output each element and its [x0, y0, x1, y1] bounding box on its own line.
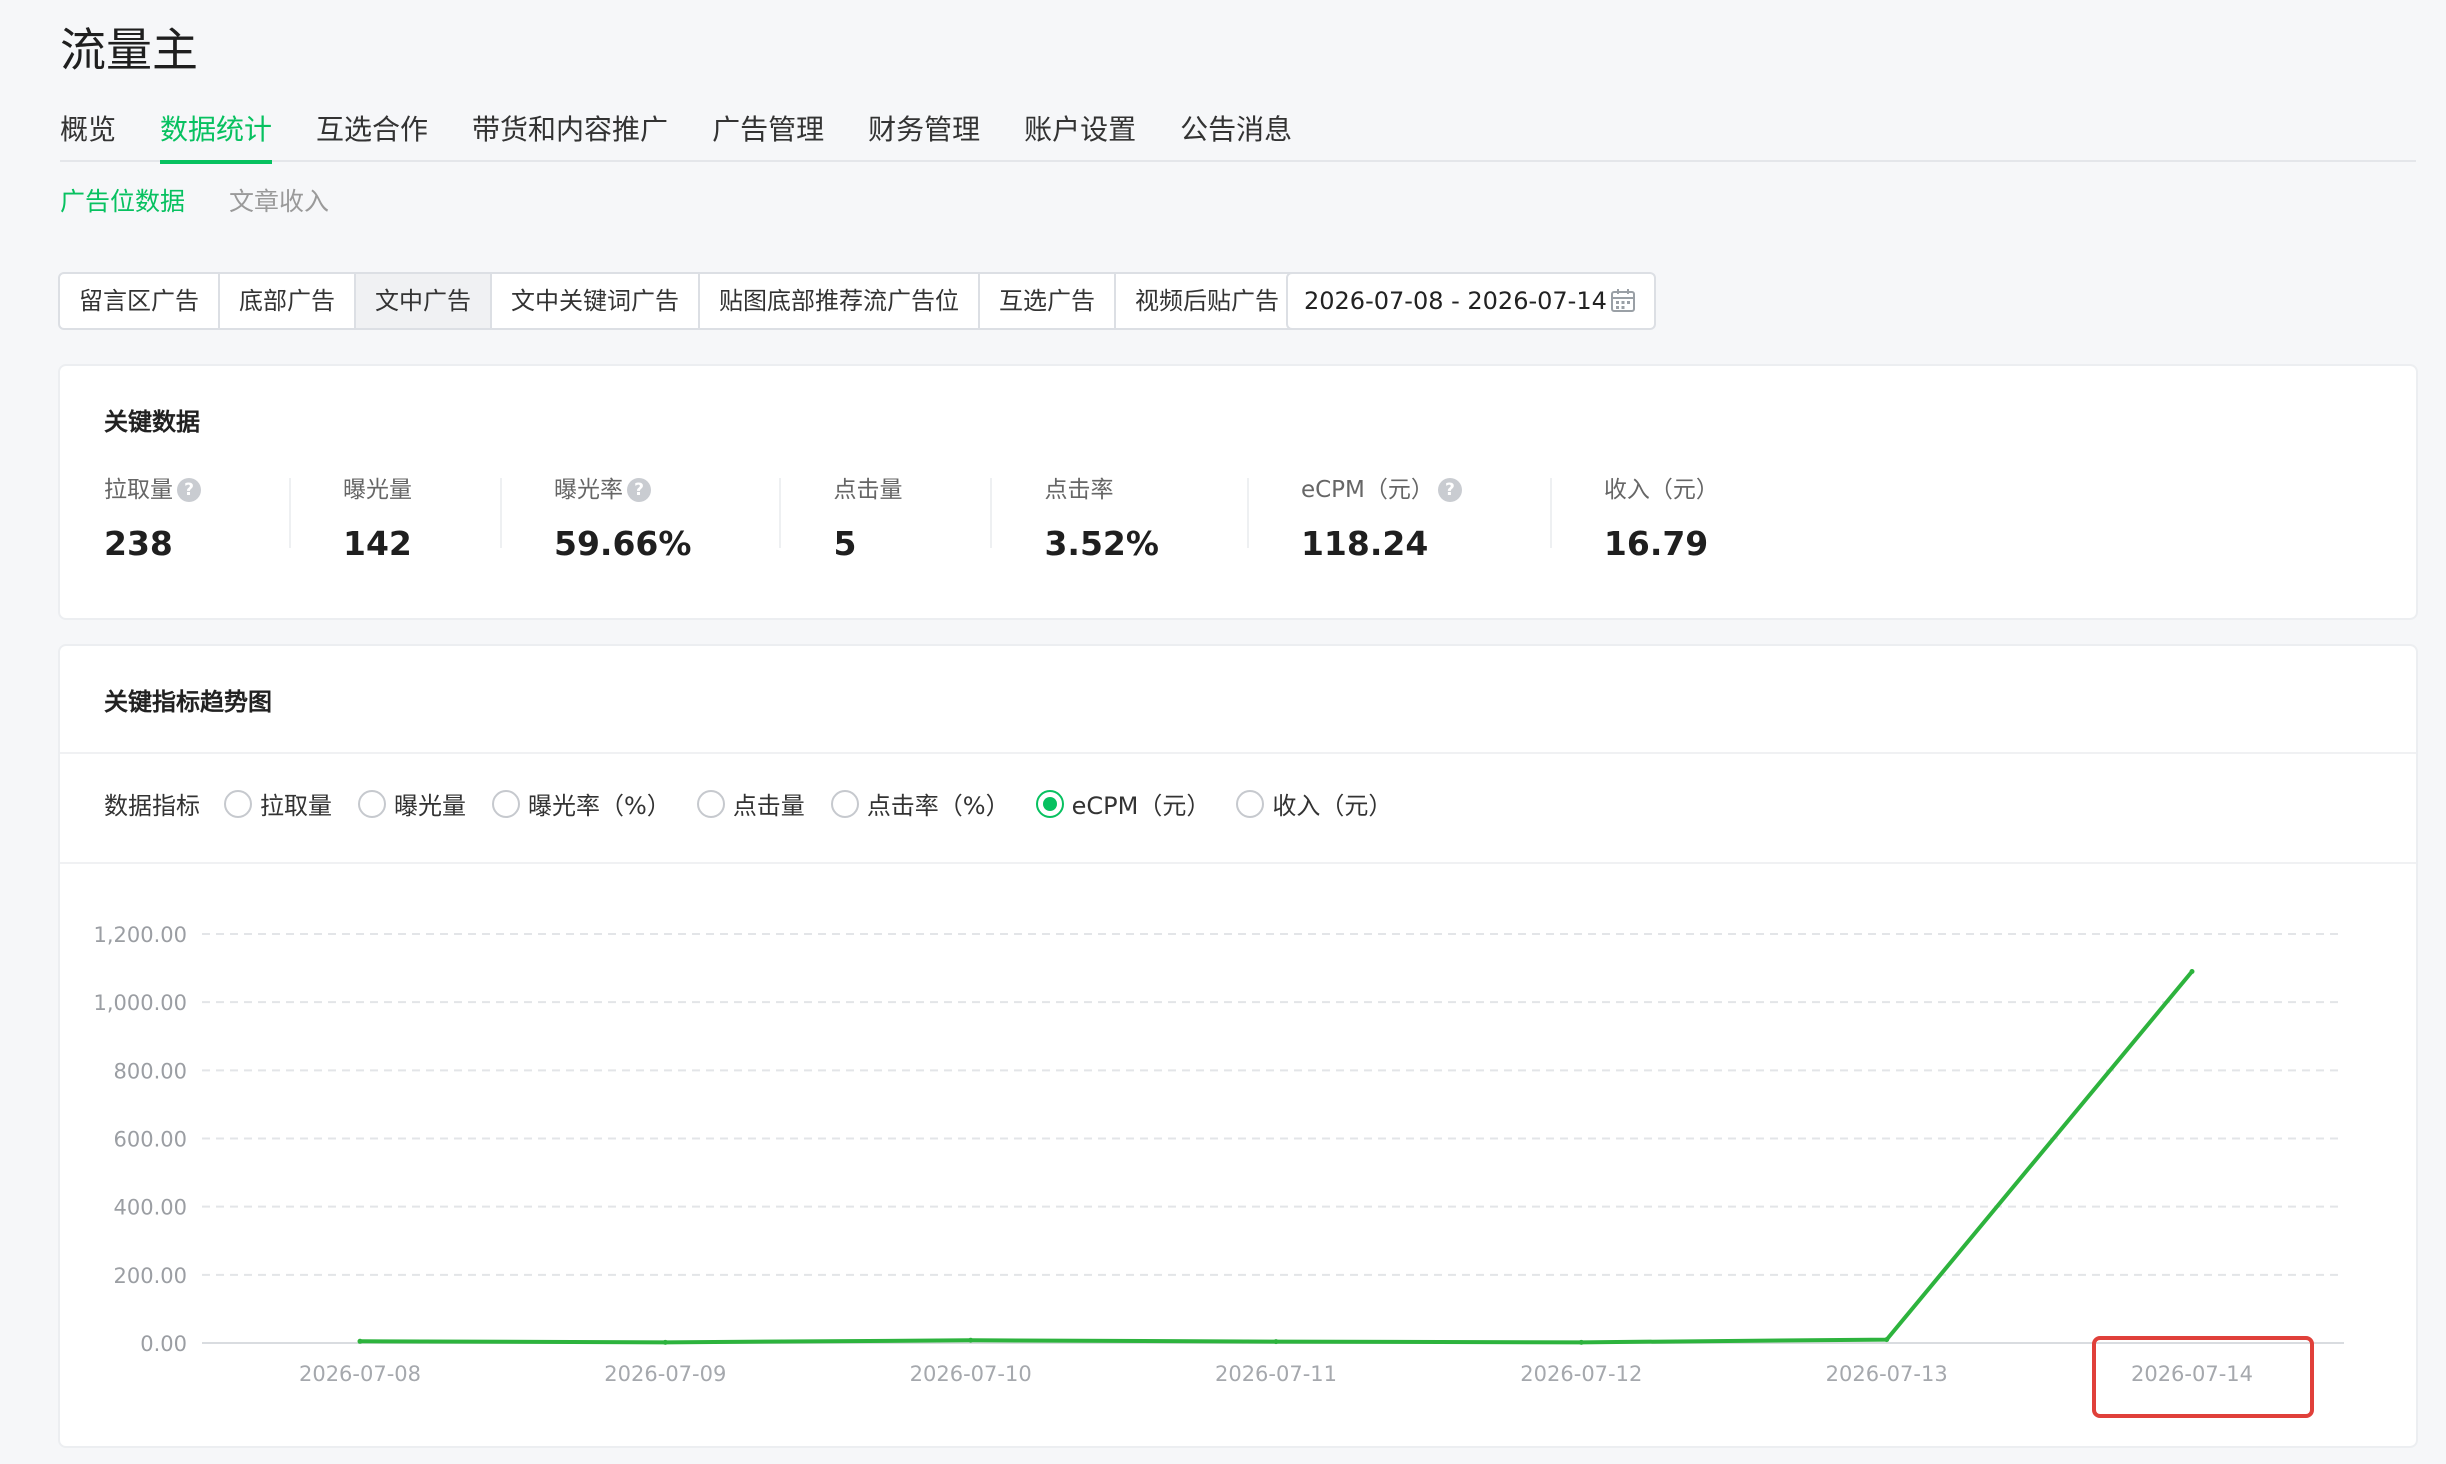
y-tick-label: 200.00 — [114, 1264, 187, 1288]
data-point — [1578, 1339, 1584, 1345]
data-point — [662, 1339, 668, 1345]
data-point — [1884, 1337, 1890, 1343]
x-tick-label: 2026-07-09 — [604, 1362, 726, 1386]
x-tick-label: 2026-07-08 — [299, 1362, 421, 1386]
y-tick-label: 1,000.00 — [93, 991, 187, 1015]
data-point — [968, 1337, 974, 1343]
x-tick-label: 2026-07-14 — [2131, 1362, 2253, 1386]
y-tick-label: 800.00 — [114, 1059, 187, 1083]
y-tick-label: 1,200.00 — [93, 923, 187, 947]
data-point — [2189, 968, 2195, 974]
x-tick-label: 2026-07-11 — [1215, 1362, 1337, 1386]
y-tick-label: 0.00 — [140, 1332, 187, 1356]
ecpm-trend-chart: 0.00 200.00 400.00 600.00 800.00 1,000.00 1,20… — [93, 923, 2344, 1386]
series-line — [358, 969, 2194, 1345]
data-point — [1273, 1339, 1279, 1345]
x-tick-label: 2026-07-10 — [910, 1362, 1032, 1386]
y-tick-label: 600.00 — [114, 1128, 187, 1152]
data-point — [357, 1338, 363, 1344]
x-tick-label: 2026-07-12 — [1520, 1362, 1642, 1386]
y-tick-label: 400.00 — [114, 1196, 187, 1220]
x-tick-label: 2026-07-13 — [1826, 1362, 1948, 1386]
